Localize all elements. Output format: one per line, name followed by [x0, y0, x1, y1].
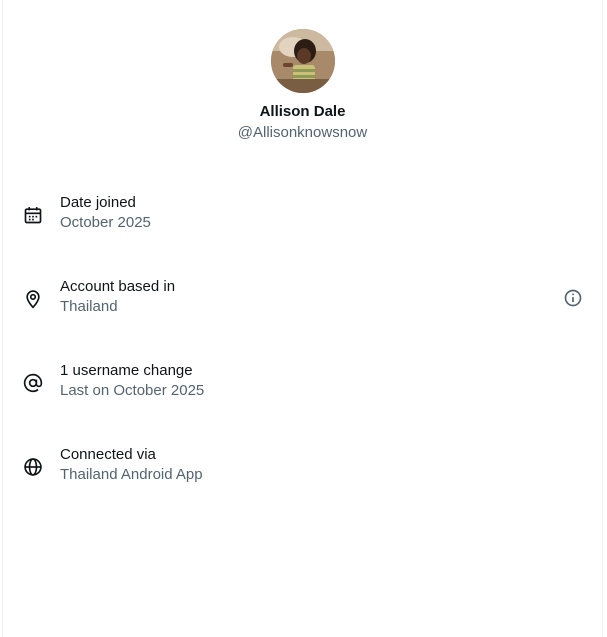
- at-sign-icon: [21, 361, 45, 405]
- detail-row-date-joined: Date joined October 2025: [3, 193, 602, 237]
- detail-row-account-based-in: Account based in Thailand: [3, 277, 602, 321]
- username-change-label: 1 username change: [60, 362, 193, 379]
- date-joined-value: October 2025: [60, 214, 151, 231]
- username-change-value: Last on October 2025: [60, 382, 205, 399]
- account-based-in-label: Account based in: [60, 278, 176, 295]
- connected-via-label: Connected via: [60, 446, 156, 463]
- avatar[interactable]: [270, 29, 335, 93]
- detail-row-connected-via: Connected via Thailand Android App: [3, 445, 602, 489]
- location-pin-icon: [21, 277, 45, 321]
- globe-icon: [21, 445, 45, 489]
- profile-header: Allison Dale @Allisonknowsnow: [3, 29, 602, 142]
- display-name: Allison Dale: [259, 103, 346, 120]
- connected-via-value: Thailand Android App: [60, 466, 203, 483]
- detail-row-username-change: 1 username change Last on October 2025: [3, 361, 602, 405]
- username-handle: @Allisonknowsnow: [237, 124, 368, 141]
- date-joined-label: Date joined: [60, 194, 136, 211]
- about-account-panel: Allison Dale @Allisonknowsnow Date joine…: [2, 0, 603, 637]
- calendar-icon: [21, 193, 45, 237]
- info-icon[interactable]: [561, 286, 585, 310]
- account-based-in-value: Thailand: [60, 298, 118, 315]
